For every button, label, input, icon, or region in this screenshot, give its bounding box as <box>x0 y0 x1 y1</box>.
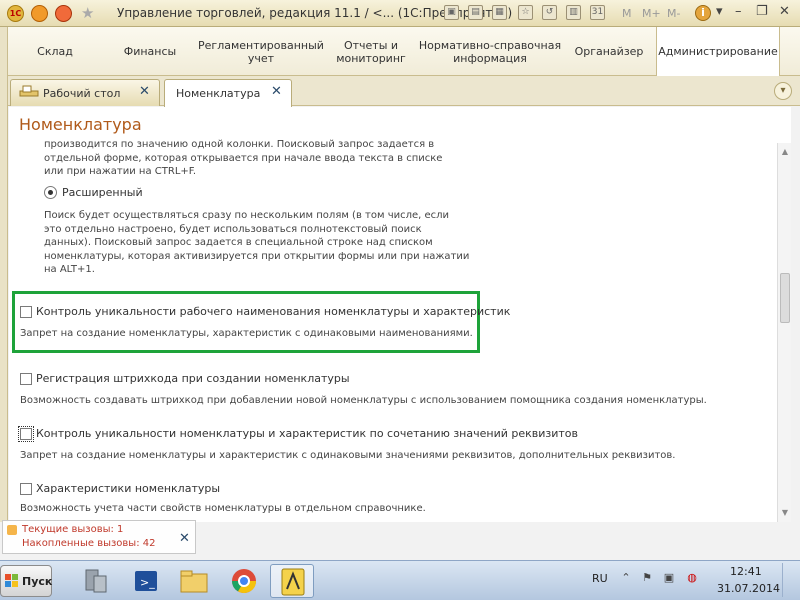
tab-close-icon[interactable]: ✕ <box>271 84 282 99</box>
tabs-menu-chevron-icon[interactable]: ▾ <box>774 82 792 100</box>
close-icon[interactable]: ✕ <box>179 531 190 546</box>
info-icon[interactable]: i <box>695 5 711 21</box>
checkbox[interactable] <box>18 426 34 442</box>
open-tabs-bar: Рабочий стол ✕ Номенклатура ✕ ▾ <box>8 76 800 107</box>
section-reference-info[interactable]: Нормативно-справочная информация <box>418 27 562 76</box>
section-reports[interactable]: Отчеты и мониторинг <box>326 27 416 76</box>
section-organizer[interactable]: Органайзер <box>564 27 654 76</box>
option-description: Запрет на создание номенклатуры, характе… <box>20 328 473 339</box>
sections-panel: Склад Финансы Регламентированный учет От… <box>0 27 800 76</box>
scroll-thumb[interactable] <box>780 273 790 323</box>
volume-muted-icon[interactable]: ◍ <box>685 571 699 585</box>
network-icon[interactable]: ▣ <box>662 571 676 585</box>
show-desktop-button[interactable] <box>782 563 796 597</box>
search-simple-description: производится по значению одной колонки. … <box>44 139 443 177</box>
content-area: Номенклатура производится по значению од… <box>9 107 791 522</box>
memory-plus-button[interactable]: M+ <box>642 7 661 20</box>
search-extended-description: Поиск будет осуществляться сразу по неск… <box>44 210 470 275</box>
section-finance[interactable]: Финансы <box>104 27 196 76</box>
history-icon[interactable]: ↺ <box>542 5 557 20</box>
app-logo-icon[interactable]: 1C <box>7 5 24 22</box>
calendar-icon[interactable]: 31 <box>590 5 605 20</box>
checkbox[interactable] <box>20 483 32 495</box>
scroll-up-icon[interactable]: ▲ <box>780 147 790 157</box>
calculator-icon[interactable]: ▥ <box>566 5 581 20</box>
radio-selected[interactable] <box>44 186 57 199</box>
vertical-scrollbar[interactable]: ▲ ▼ <box>777 143 791 522</box>
favorites-star-icon[interactable]: ★ <box>81 4 94 22</box>
clock-time[interactable]: 12:41 <box>730 565 762 578</box>
desk-icon <box>19 85 39 97</box>
save-icon[interactable]: ▣ <box>444 5 459 20</box>
accumulated-calls: Накопленные вызовы: 42 <box>22 538 156 549</box>
powershell-icon[interactable]: >_ <box>124 564 168 598</box>
option-description: Возможность создавать штрихкод при добав… <box>20 395 707 406</box>
restore-button[interactable]: ❐ <box>756 4 768 19</box>
option-description: Запрет на создание номенклатуры и характ… <box>20 450 676 461</box>
back-button[interactable] <box>31 5 48 22</box>
print-icon[interactable]: ▤ <box>468 5 483 20</box>
1c-enterprise-app-icon[interactable] <box>270 564 314 598</box>
checkbox[interactable] <box>20 373 32 385</box>
highlight-frame <box>12 291 480 353</box>
taskbar: Пуск >_ RU ⌃ ⚑ ▣ ◍ 12:41 31.07.2014 <box>0 560 800 600</box>
explorer-folder-icon[interactable] <box>172 564 216 598</box>
option-description: Возможность учета части свойств номенкла… <box>20 503 426 514</box>
preview-icon[interactable]: ▦ <box>492 5 507 20</box>
clock-date[interactable]: 31.07.2014 <box>717 582 780 595</box>
section-administration[interactable]: Администрирование <box>656 27 780 76</box>
tab-nomenclature[interactable]: Номенклатура ✕ <box>164 79 292 107</box>
tray-expand-icon[interactable]: ⌃ <box>619 571 633 585</box>
start-button[interactable]: Пуск <box>0 565 52 597</box>
current-calls: Текущие вызовы: 1 <box>22 524 124 535</box>
page-title: Номенклатура <box>19 115 142 134</box>
memory-minus-button[interactable]: M- <box>667 7 680 20</box>
scroll-down-icon[interactable]: ▼ <box>780 508 790 518</box>
close-window-button[interactable]: ✕ <box>779 4 790 19</box>
server-calls-panel: Текущие вызовы: 1 Накопленные вызовы: 42… <box>2 520 196 554</box>
chrome-icon[interactable] <box>222 564 266 598</box>
calls-indicator-icon <box>7 525 17 535</box>
windows-logo-icon <box>5 574 18 587</box>
left-panel-strip <box>0 27 8 530</box>
checkbox[interactable] <box>20 306 32 318</box>
language-indicator[interactable]: RU <box>592 572 608 585</box>
help-dropdown-icon[interactable]: ▾ <box>716 4 723 19</box>
section-regulated-accounting[interactable]: Регламентированный учет <box>198 27 324 76</box>
minimize-button[interactable]: – <box>735 4 742 19</box>
tab-desktop[interactable]: Рабочий стол ✕ <box>10 79 160 106</box>
tab-close-icon[interactable]: ✕ <box>139 84 150 99</box>
action-center-flag-icon[interactable]: ⚑ <box>640 571 654 585</box>
svg-text:>_: >_ <box>140 576 155 589</box>
forward-button[interactable] <box>55 5 72 22</box>
memory-m-button[interactable]: M <box>622 7 632 20</box>
title-bar: 1C ★ Управление торговлей, редакция 11.1… <box>0 0 800 27</box>
favorite-add-icon[interactable]: ☆ <box>518 5 533 20</box>
server-manager-icon[interactable] <box>74 564 118 598</box>
section-sklad[interactable]: Склад <box>10 27 100 76</box>
